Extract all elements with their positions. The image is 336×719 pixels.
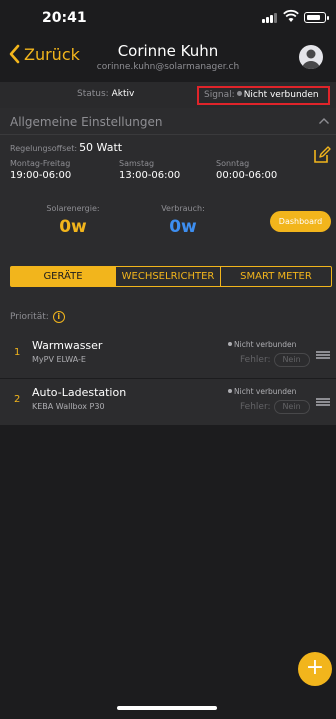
connection-status: Nicht verbunden (228, 340, 296, 349)
solar-value: 0w (59, 217, 87, 237)
list-item[interactable]: 1 Warmwasser MyPV ELWA-E Nicht verbunden… (0, 332, 336, 378)
user-email: corinne.kuhn@solarmanager.ch (96, 62, 240, 72)
status-row: Status: Aktiv Signal: Nicht verbunden (0, 82, 336, 108)
add-device-button[interactable]: + (298, 652, 332, 686)
clock: 20:41 (42, 10, 87, 26)
avatar[interactable] (299, 45, 323, 69)
status-label: Status: (77, 89, 109, 99)
schedule-weekdays: Montag-Freitag 19:00-06:00 (10, 159, 71, 181)
priority-label: Priorität: (10, 312, 49, 322)
tab-devices[interactable]: GERÄTE (11, 267, 116, 286)
status-text: Status: Aktiv (77, 89, 134, 99)
schedule-value: 00:00-06:00 (216, 170, 278, 181)
status-bar: 20:41 (0, 0, 336, 34)
consumption-value: 0w (169, 217, 197, 237)
error-badge: Nein (273, 353, 310, 367)
connection-text: Nicht verbunden (234, 387, 297, 396)
signal-dot-icon (236, 91, 242, 96)
consumption: Verbrauch: 0w (128, 204, 238, 237)
device-name: Auto-Ladestation (32, 386, 127, 399)
signal-status: Signal: Nicht verbunden (197, 86, 330, 105)
wifi-icon (283, 9, 299, 22)
tab-inverters[interactable]: WECHSELRICHTER (116, 267, 221, 286)
page-title: Corinne Kuhn (117, 42, 219, 60)
signal-value: Nicht verbunden (243, 90, 319, 100)
tab-bar: GERÄTE WECHSELRICHTER SMART METER (10, 266, 332, 287)
edit-icon[interactable] (313, 146, 331, 164)
battery-icon (304, 12, 329, 23)
status-dot-icon (228, 389, 232, 393)
connection-status: Nicht verbunden (228, 387, 296, 396)
drag-handle-icon[interactable] (316, 351, 330, 359)
dashboard-button[interactable]: Dashboard (270, 211, 331, 232)
schedule-value: 13:00-06:00 (119, 170, 181, 181)
list-item[interactable]: 2 Auto-Ladestation KEBA Wallbox P30 Nich… (0, 379, 336, 425)
error-status: Fehler: Nein (240, 353, 310, 367)
offset-value: 50 Watt (79, 141, 123, 154)
cellular-signal-icon (262, 13, 278, 23)
info-icon[interactable]: i (52, 311, 65, 323)
error-label: Fehler: (240, 355, 271, 365)
solar-energy: Solarenergie: 0w (18, 204, 128, 237)
error-badge: Nein (273, 400, 310, 414)
user-icon (302, 49, 320, 69)
error-label: Fehler: (240, 402, 271, 412)
solar-label: Solarenergie: (46, 204, 100, 213)
chevron-up-icon[interactable] (318, 116, 330, 126)
home-indicator[interactable] (117, 706, 217, 710)
drag-handle-icon[interactable] (316, 398, 330, 406)
control-offset: Regelungsoffset: 50 Watt (10, 141, 122, 154)
device-model: KEBA Wallbox P30 (32, 402, 105, 411)
error-status: Fehler: Nein (240, 400, 310, 414)
tab-smart-meter[interactable]: SMART METER (221, 267, 331, 286)
divider (0, 134, 336, 135)
priority-index: 1 (14, 347, 21, 358)
schedule-label: Sonntag (216, 159, 250, 168)
schedule-value: 19:00-06:00 (10, 170, 72, 181)
signal-label: Signal: (204, 90, 235, 100)
schedule-sunday: Sonntag 00:00-06:00 (216, 159, 277, 181)
offset-label: Regelungsoffset: (10, 144, 78, 153)
status-value: Aktiv (111, 89, 135, 99)
device-model: MyPV ELWA-E (32, 355, 86, 364)
priority-index: 2 (14, 394, 21, 405)
schedule-saturday: Samstag 13:00-06:00 (119, 159, 180, 181)
status-dot-icon (228, 342, 232, 346)
device-name: Warmwasser (32, 339, 103, 352)
consumption-label: Verbrauch: (161, 204, 205, 213)
schedule-label: Samstag (119, 159, 155, 168)
settings-heading: Allgemeine Einstellungen (10, 115, 163, 129)
priority-row: Priorität: i (10, 311, 65, 323)
connection-text: Nicht verbunden (234, 340, 297, 349)
schedule-label: Montag-Freitag (10, 159, 71, 168)
